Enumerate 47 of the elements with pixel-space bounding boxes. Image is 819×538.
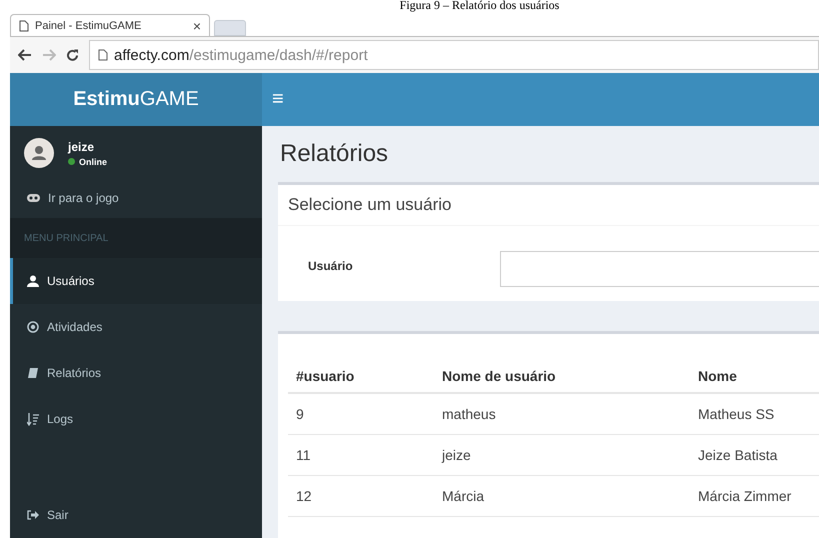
back-icon[interactable]: [18, 49, 32, 61]
close-tab-button[interactable]: ×: [192, 18, 201, 34]
sidebar-item[interactable]: Usuários: [10, 258, 262, 304]
user-icon: [27, 275, 39, 287]
forward-icon[interactable]: [42, 49, 56, 61]
menu-button[interactable]: ≡: [272, 88, 284, 111]
column-header: Nome: [690, 348, 819, 393]
figure-caption: Figura 9 – Relatório dos usuários: [398, 0, 560, 10]
table-cell: 9: [288, 393, 434, 434]
status-text: Online: [79, 156, 108, 166]
user-input-field[interactable]: [500, 251, 819, 287]
column-header: #usuario: [288, 348, 434, 393]
browser-tab[interactable]: Painel - EstimuGAME ×: [10, 14, 210, 36]
target-icon: [27, 321, 39, 333]
table-cell: 11: [288, 434, 434, 476]
field-label: Usuário: [308, 258, 354, 273]
column-header: Nome de usuário: [434, 348, 690, 393]
menu-header: MENU PRINCIPAL: [24, 232, 108, 244]
sidebar-item[interactable]: Sair: [10, 491, 262, 538]
sidebar-item[interactable]: Logs: [10, 396, 262, 442]
tab-title: Painel - EstimuGAME: [35, 20, 142, 32]
address-field[interactable]: affecty.com/estimugame/dash/#/report: [89, 40, 819, 70]
sidebar-item[interactable]: Ir para o jogo: [10, 178, 262, 218]
page-icon: [19, 20, 29, 32]
gamepad-icon: [27, 194, 40, 202]
table-cell: Matheus SS: [690, 393, 819, 434]
card-title: Selecione um usuário: [288, 195, 452, 214]
user-name: jeize: [68, 140, 96, 154]
reload-icon[interactable]: [66, 48, 79, 62]
table-cell: jeize: [434, 434, 690, 476]
sidebar-item[interactable]: Atividades: [10, 304, 262, 350]
sign-out-icon: [27, 510, 39, 520]
page-title: Relatórios: [279, 139, 390, 169]
status-dot: [68, 158, 75, 165]
new-tab-button[interactable]: [214, 20, 246, 36]
avatar-icon: [24, 138, 54, 168]
table-cell: Márcia: [434, 476, 690, 516]
table-cell: Márcia Zimmer: [690, 476, 819, 516]
app-logo[interactable]: EstimuGAME: [10, 73, 262, 126]
page-icon: [98, 49, 108, 61]
book-icon: [27, 367, 39, 379]
table-cell: Jeize Batista: [690, 434, 819, 476]
sort-icon: [27, 412, 39, 426]
url-text: affecty.com/estimugame/dash/#/report: [114, 46, 368, 64]
table-cell: 12: [288, 476, 434, 516]
sidebar-item[interactable]: Relatórios: [10, 350, 262, 396]
table-cell: matheus: [434, 393, 690, 434]
